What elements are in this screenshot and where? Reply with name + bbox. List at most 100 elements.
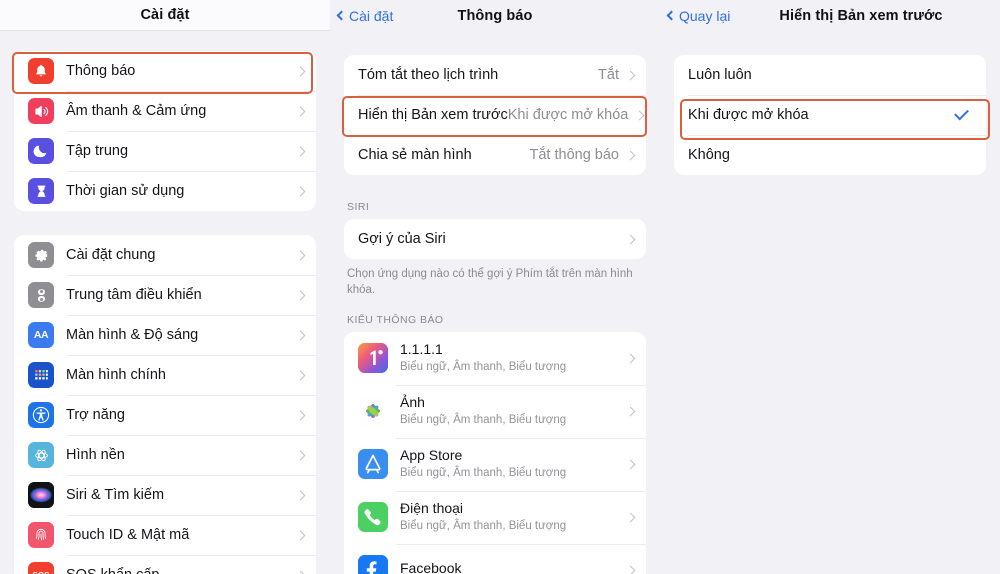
list-item[interactable]: Facebook [344,543,646,574]
row-value: Tắt thông báo [529,147,620,163]
display-aa-icon: AA [28,322,54,348]
speaker-icon [28,98,54,124]
app-subtitle: Biểu ngữ, Âm thanh, Biểu tượng [400,361,567,374]
notifications-navbar: Cài đặt Thông báo [330,0,660,31]
chevron-left-icon [666,10,677,21]
app-name: Điện thoại [400,499,464,516]
phone-icon [358,502,388,533]
row-label: Gợi ý của Siri [358,231,446,247]
show-previews-column: Quay lại Hiển thị Bản xem trước Luôn luô… [660,0,1000,574]
row-label: Chia sẻ màn hình [358,147,472,163]
sidebar-item-control-center[interactable]: Trung tâm điều khiển [14,275,316,315]
option-never[interactable]: Không [674,135,986,175]
sidebar-item-label: Thời gian sử dụng [66,183,185,199]
back-button-settings[interactable]: Cài đặt [336,7,394,24]
list-item[interactable]: Ảnh Biểu ngữ, Âm thanh, Biểu tượng [344,384,646,438]
sidebar-item-focus[interactable]: Tập trung [14,131,316,171]
notifications-group-general: Tóm tắt theo lịch trình Tắt Hiển thị Bản… [344,55,646,175]
chevron-right-icon [295,570,306,574]
sidebar-item-label: Hình nền [66,447,125,463]
app-subtitle: Biểu ngữ, Âm thanh, Biểu tượng [400,414,567,427]
app-name: App Store [400,446,463,463]
back-button-label: Cài đặt [349,7,394,24]
chevron-right-icon [295,330,306,340]
chevron-right-icon [625,353,636,364]
option-when-unlocked[interactable]: Khi được mở khóa [674,95,986,135]
back-button[interactable]: Quay lại [666,7,731,24]
chevron-right-icon [634,110,645,120]
sidebar-item-general[interactable]: Cài đặt chung [14,235,316,275]
accessibility-icon [28,402,54,428]
page-title: Thông báo [457,7,533,24]
chevron-right-icon [295,450,306,460]
sidebar-item-label: Màn hình chính [66,367,166,383]
chevron-right-icon [625,150,636,160]
sidebar-item-label: Siri & Tìm kiếm [66,487,165,503]
chevron-right-icon [625,234,636,244]
sidebar-item-label: Cài đặt chung [66,247,156,263]
siri-group: Gợi ý của Siri [344,219,646,259]
app-subtitle: Biểu ngữ, Âm thanh, Biểu tượng [400,520,567,533]
sidebar-item-display-brightness[interactable]: AA Màn hình & Độ sáng [14,315,316,355]
option-always[interactable]: Luôn luôn [674,55,986,95]
list-item[interactable]: Điện thoại Biểu ngữ, Âm thanh, Biểu tượn… [344,490,646,544]
sidebar-item-label: Trung tâm điều khiển [66,287,202,303]
sidebar-item-notifications[interactable]: Thông báo [14,51,316,91]
moon-icon [28,138,54,164]
back-button-label: Quay lại [679,7,731,24]
page-title: Cài đặt [140,7,190,23]
chevron-right-icon [295,250,306,260]
chevron-right-icon [295,146,306,156]
fingerprint-icon [28,522,54,548]
list-item-texts: Facebook [400,560,627,574]
sidebar-item-label: Âm thanh & Cảm ứng [66,103,207,119]
siri-icon [28,482,54,508]
row-scheduled-summary[interactable]: Tóm tắt theo lịch trình Tắt [344,55,646,95]
section-header-notification-style: KIỂU THÔNG BÁO [347,313,444,326]
sidebar-navbar: Cài đặt [0,0,330,31]
facebook-icon [358,555,388,574]
sidebar-item-wallpaper[interactable]: Hình nền [14,435,316,475]
chevron-right-icon [625,406,636,417]
settings-sidebar-column: Cài đặt Thông báo Âm thanh & Cảm ứng Tập… [0,0,330,574]
list-item-texts: Ảnh Biểu ngữ, Âm thanh, Biểu tượng [400,394,627,429]
sidebar-group-primary: Thông báo Âm thanh & Cảm ứng Tập trung T… [14,51,316,211]
sidebar-item-accessibility[interactable]: Trợ năng [14,395,316,435]
photos-icon [358,396,388,427]
row-value: Tắt [598,67,619,83]
row-siri-suggestions[interactable]: Gợi ý của Siri [344,219,646,259]
chevron-right-icon [625,565,636,574]
chevron-right-icon [295,530,306,540]
option-label: Luôn luôn [688,67,752,83]
list-item[interactable]: 1.1.1.1 Biểu ngữ, Âm thanh, Biểu tượng [344,332,646,385]
notifications-column: Cài đặt Thông báo Tóm tắt theo lịch trìn… [330,0,660,574]
control-center-icon [28,282,54,308]
row-screen-sharing[interactable]: Chia sẻ màn hình Tắt thông báo [344,135,646,175]
row-label: Tóm tắt theo lịch trình [358,67,499,83]
sidebar-item-home-screen[interactable]: Màn hình chính [14,355,316,395]
chevron-left-icon [336,10,347,21]
sidebar-item-label: SOS khẩn cấp [66,567,297,574]
chevron-right-icon [295,370,306,380]
sidebar-item-screen-time[interactable]: Thời gian sử dụng [14,171,316,211]
sidebar-item-siri-search[interactable]: Siri & Tìm kiếm [14,475,316,515]
sidebar-item-emergency-sos[interactable]: SOS SOS khẩn cấp [14,555,316,574]
chevron-right-icon [295,290,306,300]
app-subtitle: Biểu ngữ, Âm thanh, Biểu tượng [400,467,567,480]
section-header-siri: SIRI [347,201,370,213]
wallpaper-icon [28,442,54,468]
list-item[interactable]: App Store Biểu ngữ, Âm thanh, Biểu tượng [344,437,646,491]
row-show-previews[interactable]: Hiển thị Bản xem trước Khi được mở khóa [344,95,646,135]
list-item-texts: Điện thoại Biểu ngữ, Âm thanh, Biểu tượn… [400,500,627,535]
settings-screen: Cài đặt Thông báo Âm thanh & Cảm ứng Tập… [0,0,1000,574]
sidebar-item-sounds[interactable]: Âm thanh & Cảm ứng [14,91,316,131]
app-store-icon [358,449,388,480]
page-title: Hiển thị Bản xem trước [779,7,943,24]
preview-options-group: Luôn luôn Khi được mở khóa Không [674,55,986,175]
app-name: Facebook [400,560,462,574]
list-item-texts: 1.1.1.1 Biểu ngữ, Âm thanh, Biểu tượng [400,341,627,376]
chevron-right-icon [625,70,636,80]
chevron-right-icon [625,459,636,470]
sidebar-item-touch-id-passcode[interactable]: Touch ID & Mật mã [14,515,316,555]
sidebar-item-label: Trợ năng [66,407,125,423]
